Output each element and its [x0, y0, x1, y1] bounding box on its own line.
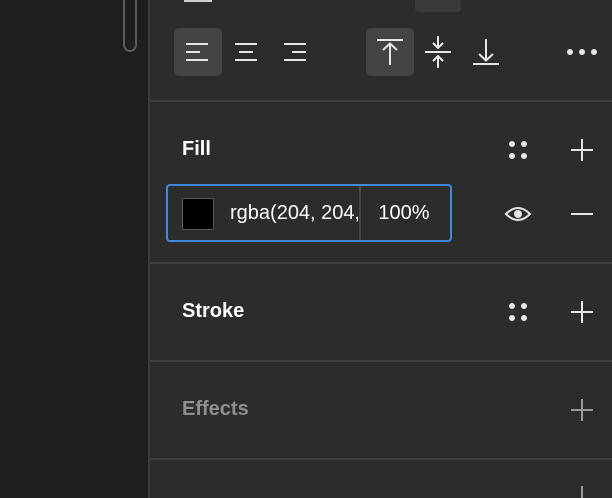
align-middle-icon [425, 36, 451, 68]
align-left-icon [186, 43, 208, 61]
more-options-icon [567, 49, 597, 55]
fill-opacity-value[interactable]: 100% [361, 186, 447, 240]
stroke-section-title: Stroke [182, 300, 245, 322]
style-grid-icon [509, 141, 527, 159]
plus-icon [571, 301, 593, 323]
add-fill-button[interactable] [558, 126, 606, 174]
remove-fill-button[interactable] [558, 190, 606, 238]
add-effect-button[interactable] [558, 386, 606, 434]
style-grid-icon [509, 303, 527, 321]
align-right-button[interactable] [270, 28, 318, 76]
section-divider [150, 360, 612, 362]
fill-styles-button[interactable] [494, 126, 542, 174]
align-top-button[interactable] [366, 28, 414, 76]
properties-panel: Fill rgba(204, 204, 204, 1) 100% Stro [150, 0, 612, 498]
plus-icon [581, 486, 583, 498]
add-next-section-button[interactable] [558, 478, 606, 498]
align-right-icon [284, 43, 306, 61]
eye-icon [504, 207, 532, 221]
align-bottom-button[interactable] [462, 28, 510, 76]
fill-color-value[interactable]: rgba(204, 204, 204, 1) [230, 186, 358, 240]
align-bottom-icon [473, 39, 499, 65]
more-options-button[interactable] [558, 28, 606, 76]
canvas-area[interactable] [0, 0, 148, 498]
section-divider [150, 458, 612, 460]
toggle-fill-visibility-button[interactable] [494, 190, 542, 238]
align-middle-button[interactable] [414, 28, 462, 76]
align-center-icon [235, 43, 257, 61]
add-stroke-button[interactable] [558, 288, 606, 336]
section-divider [150, 100, 612, 102]
effects-section-title: Effects [182, 398, 249, 420]
partial-button-top[interactable] [415, 0, 461, 12]
fill-color-swatch[interactable] [182, 198, 214, 230]
section-divider [150, 262, 612, 264]
plus-icon [571, 139, 593, 161]
fill-row[interactable]: rgba(204, 204, 204, 1) 100% [166, 184, 452, 242]
align-top-icon [377, 39, 403, 65]
partial-control-top [184, 0, 212, 2]
canvas-scrollbar[interactable] [123, 0, 137, 52]
fill-section-title: Fill [182, 138, 211, 160]
align-left-button[interactable] [174, 28, 222, 76]
minus-icon [571, 213, 593, 215]
align-center-button[interactable] [222, 28, 270, 76]
stroke-styles-button[interactable] [494, 288, 542, 336]
plus-icon [571, 399, 593, 421]
